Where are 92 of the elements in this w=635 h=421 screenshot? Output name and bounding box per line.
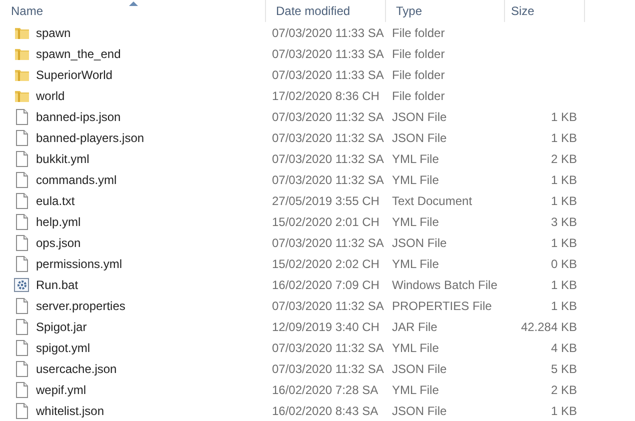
document-icon: [14, 108, 30, 124]
file-name[interactable]: spawn: [36, 26, 71, 40]
document-icon: [14, 340, 30, 356]
file-name[interactable]: banned-ips.json: [36, 110, 121, 124]
date-modified: 07/03/2020 11:32 SA: [272, 298, 384, 312]
document-icon: [14, 172, 30, 188]
document-icon: [14, 130, 30, 146]
file-name[interactable]: help.yml: [36, 214, 81, 228]
file-type: YML File: [392, 172, 439, 186]
document-icon: [14, 298, 30, 314]
date-modified: 07/03/2020 11:32 SA: [272, 130, 384, 144]
file-type: PROPERTIES File: [392, 298, 492, 312]
date-modified: 17/02/2020 8:36 CH: [272, 88, 380, 102]
file-name[interactable]: spigot.yml: [36, 340, 90, 354]
file-type: Windows Batch File: [392, 278, 498, 292]
column-header[interactable]: Date modified: [266, 0, 386, 22]
file-name[interactable]: ops.json: [36, 236, 81, 250]
date-modified: 27/05/2019 3:55 CH: [272, 194, 380, 208]
file-size: 3 KB: [550, 214, 577, 228]
date-modified: 07/03/2020 11:32 SA: [272, 172, 384, 186]
file-type: File folder: [392, 26, 445, 40]
date-modified: 07/03/2020 11:32 SA: [272, 110, 384, 124]
file-name[interactable]: eula.txt: [36, 194, 75, 208]
gear-document-icon: [14, 276, 30, 292]
file-type: JSON File: [392, 362, 447, 376]
file-type: Text Document: [392, 194, 472, 208]
date-modified: 16/02/2020 8:43 SA: [272, 404, 378, 418]
file-name[interactable]: world: [36, 88, 65, 102]
file-name[interactable]: permissions.yml: [36, 256, 122, 270]
file-name[interactable]: commands.yml: [36, 172, 117, 186]
date-modified: 16/02/2020 7:28 SA: [272, 382, 378, 396]
file-name[interactable]: spawn_the_end: [36, 46, 121, 60]
file-type: JSON File: [392, 404, 447, 418]
file-name[interactable]: bukkit.yml: [36, 152, 90, 166]
file-name[interactable]: server.properties: [36, 298, 126, 312]
file-type: File folder: [392, 88, 445, 102]
date-modified: 07/03/2020 11:32 SA: [272, 340, 384, 354]
document-icon: [14, 192, 30, 208]
file-size: 0 KB: [550, 256, 577, 270]
file-size: 1 KB: [550, 236, 577, 250]
file-type: JSON File: [392, 236, 447, 250]
file-name[interactable]: SuperiorWorld: [36, 68, 112, 82]
document-icon: [14, 150, 30, 166]
file-size: 1 KB: [550, 194, 577, 208]
file-name[interactable]: Run.bat: [36, 278, 78, 292]
file-size: 1 KB: [550, 172, 577, 186]
file-type: File folder: [392, 46, 445, 60]
file-name[interactable]: Spigot.jar: [36, 320, 87, 334]
date-modified: 07/03/2020 11:33 SA: [272, 26, 384, 40]
file-size: 1 KB: [550, 130, 577, 144]
document-icon: [14, 382, 30, 398]
file-type: YML File: [392, 382, 439, 396]
date-modified: 07/03/2020 11:32 SA: [272, 152, 384, 166]
file-type: JSON File: [392, 110, 447, 124]
file-type: YML File: [392, 152, 439, 166]
date-modified: 12/09/2019 3:40 CH: [272, 320, 380, 334]
document-icon: [14, 360, 30, 376]
file-name[interactable]: usercache.json: [36, 362, 117, 376]
document-icon: [14, 256, 30, 272]
file-size: 2 KB: [550, 152, 577, 166]
file-name[interactable]: whitelist.json: [36, 404, 104, 418]
date-modified: 07/03/2020 11:33 SA: [272, 68, 384, 82]
document-icon: [14, 402, 30, 418]
file-size: 5 KB: [550, 362, 577, 376]
file-type: YML File: [392, 256, 439, 270]
document-icon: [14, 234, 30, 250]
date-modified: 15/02/2020 2:01 CH: [272, 214, 380, 228]
date-modified: 07/03/2020 11:32 SA: [272, 362, 384, 376]
file-type: YML File: [392, 340, 439, 354]
column-header[interactable]: Name: [0, 0, 266, 22]
date-modified: 07/03/2020 11:32 SA: [272, 236, 384, 250]
column-header[interactable]: Type: [386, 0, 505, 22]
file-size: 2 KB: [550, 382, 577, 396]
date-modified: 07/03/2020 11:33 SA: [272, 46, 384, 60]
file-size: 1 KB: [550, 298, 577, 312]
document-icon: [14, 318, 30, 334]
file-size: 1 KB: [550, 278, 577, 292]
sort-ascending-icon: [128, 1, 138, 6]
date-modified: 16/02/2020 7:09 CH: [272, 278, 380, 292]
column-header[interactable]: Size: [505, 0, 585, 22]
file-type: File folder: [392, 68, 445, 82]
document-icon: [14, 214, 30, 230]
file-type: YML File: [392, 214, 439, 228]
file-name[interactable]: wepif.yml: [36, 382, 86, 396]
file-size: 4 KB: [550, 340, 577, 354]
file-type: JSON File: [392, 130, 447, 144]
date-modified: 15/02/2020 2:02 CH: [272, 256, 380, 270]
file-size: 42.284 KB: [520, 320, 577, 334]
file-size: 1 KB: [550, 404, 577, 418]
file-type: JAR File: [392, 320, 438, 334]
file-size: 1 KB: [550, 110, 577, 124]
file-name[interactable]: banned-players.json: [36, 130, 144, 144]
